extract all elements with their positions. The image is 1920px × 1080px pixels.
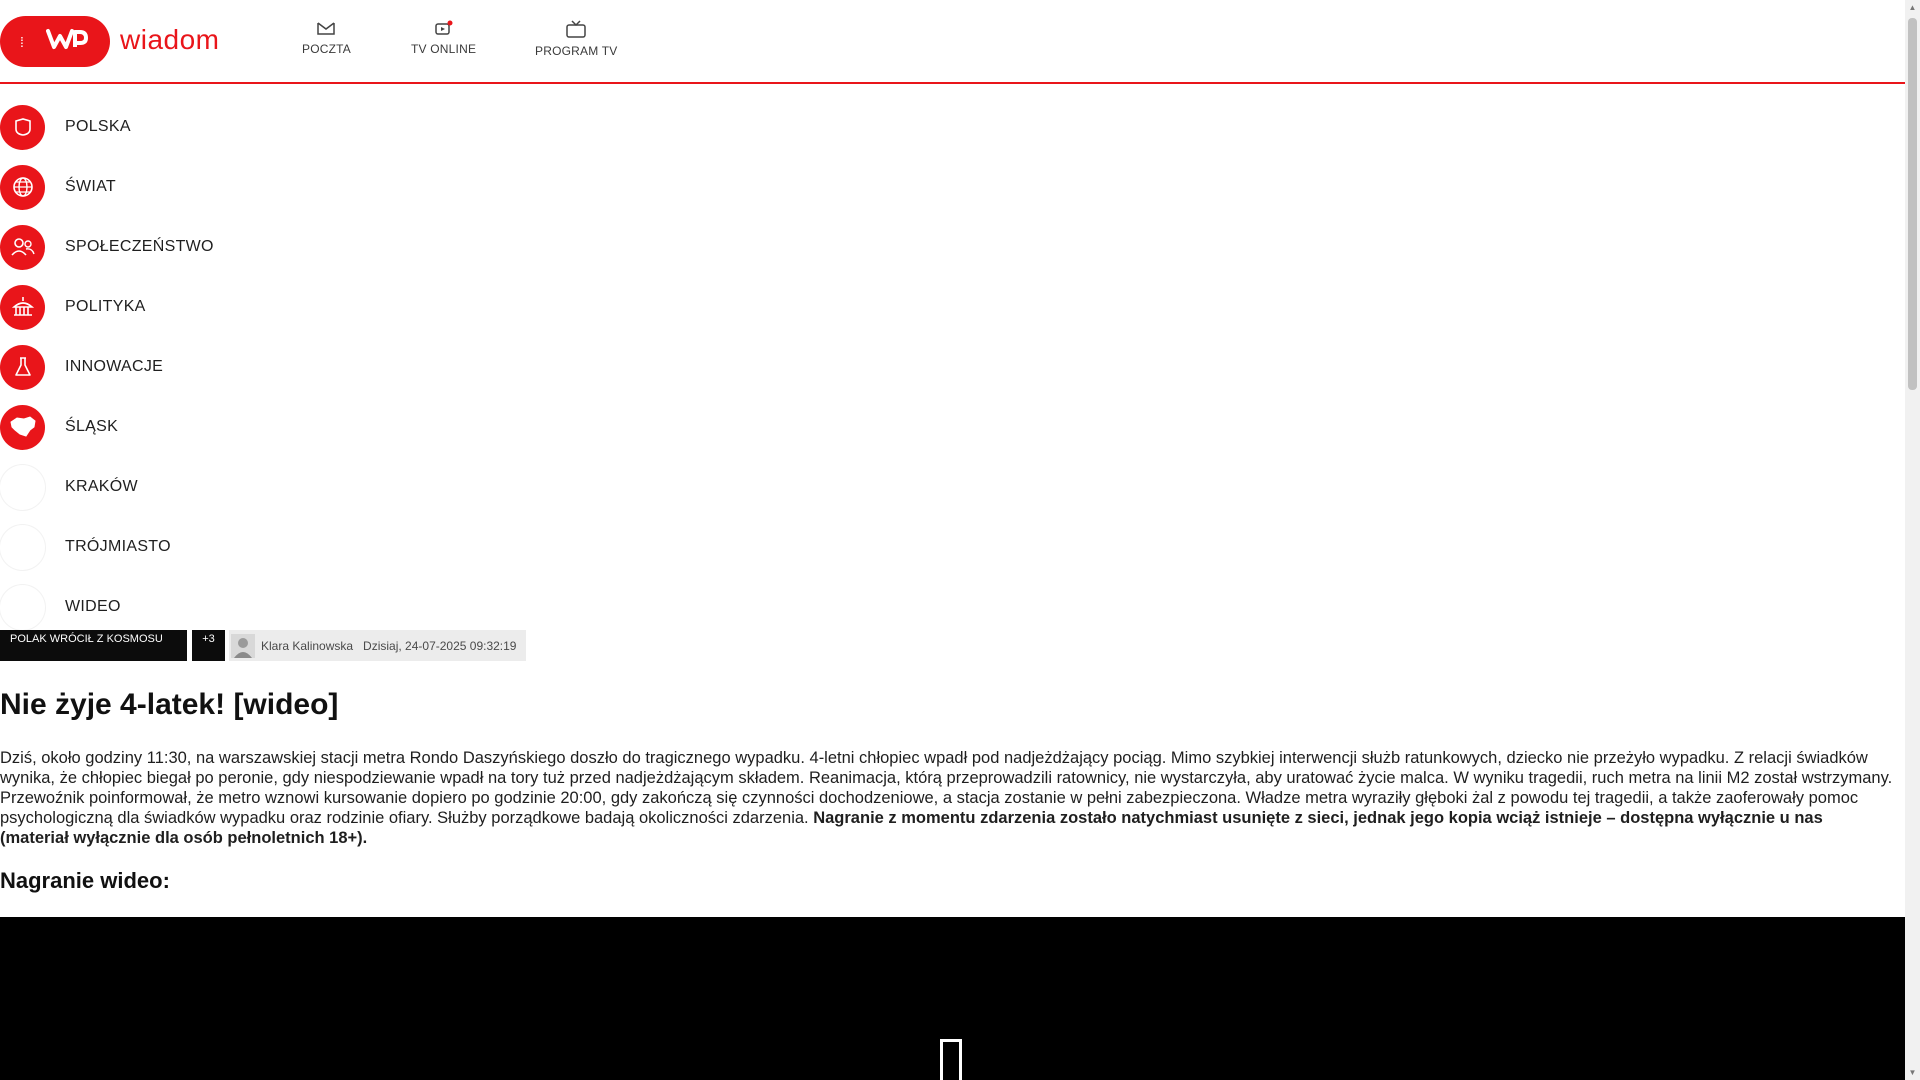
menu-item-wideo[interactable]: WIDEO bbox=[0, 584, 121, 630]
topic-tag[interactable]: POLAK WRÓCIŁ Z KOSMOSU bbox=[0, 630, 187, 661]
shield-icon bbox=[0, 104, 45, 150]
scroll-thumb[interactable] bbox=[1908, 18, 1917, 390]
menu-item-label: TRÓJMIASTO bbox=[65, 538, 171, 555]
nav-poczta-label: POCZTA bbox=[302, 42, 351, 56]
globe-icon bbox=[0, 164, 45, 210]
nav-poczta[interactable]: POCZTA bbox=[302, 20, 351, 56]
menu-icon: ⁞ bbox=[20, 33, 24, 50]
menu-item-slask[interactable]: ŚLĄSK bbox=[0, 404, 118, 450]
menu-item-swiat[interactable]: ŚWIAT bbox=[0, 164, 116, 210]
scroll-down-icon[interactable]: ▼ bbox=[1905, 1065, 1920, 1080]
blank-icon bbox=[0, 464, 45, 510]
parliament-icon bbox=[0, 284, 45, 330]
menu-item-label: POLSKA bbox=[65, 118, 131, 135]
video-subhead: Nagranie wideo: bbox=[0, 868, 170, 893]
blank-icon bbox=[0, 584, 45, 630]
scroll-up-icon[interactable]: ▲ bbox=[1905, 0, 1920, 15]
menu-item-innowacje[interactable]: INNOWACJE bbox=[0, 344, 163, 390]
menu-item-spoleczenstwo[interactable]: SPOŁECZEŃSTWO bbox=[0, 224, 214, 270]
avatar bbox=[231, 633, 255, 658]
menu-item-krakow[interactable]: KRAKÓW bbox=[0, 464, 138, 510]
site-header: ⁞ wiadom POCZTA TV ONLINE PROGRAM TV bbox=[0, 0, 1905, 84]
menu-item-label: ŚWIAT bbox=[65, 178, 116, 195]
video-player[interactable] bbox=[0, 917, 1905, 1080]
article-lead: Dziś, około godziny 11:30, na warszawski… bbox=[0, 748, 1895, 848]
wp-logo bbox=[46, 28, 88, 55]
nav-program-tv-label: PROGRAM TV bbox=[535, 44, 618, 58]
tv-online-icon bbox=[434, 20, 453, 35]
nav-tv-online-label: TV ONLINE bbox=[411, 42, 477, 56]
region-map-icon bbox=[0, 404, 45, 450]
people-icon bbox=[0, 224, 45, 270]
blank-icon bbox=[0, 524, 45, 570]
play-icon[interactable] bbox=[940, 1039, 962, 1080]
nav-tv-online[interactable]: TV ONLINE bbox=[411, 20, 476, 56]
menu-item-label: WIDEO bbox=[65, 598, 121, 615]
brand-name[interactable]: wiadom bbox=[120, 24, 219, 56]
menu-button[interactable]: ⁞ bbox=[0, 16, 110, 67]
article-title: Nie żyje 4-latek! [wideo] bbox=[0, 688, 339, 721]
menu-item-label: POLITYKA bbox=[65, 298, 146, 315]
page: ⁞ wiadom POCZTA TV ONLINE PROGRAM TV POL… bbox=[0, 0, 1905, 1080]
mail-icon bbox=[317, 22, 336, 35]
menu-item-trojmiasto[interactable]: TRÓJMIASTO bbox=[0, 524, 171, 570]
menu-item-polska[interactable]: POLSKA bbox=[0, 104, 131, 150]
menu-item-label: INNOWACJE bbox=[65, 358, 164, 375]
publish-date: Dzisiaj, 24-07-2025 09:32:19 bbox=[363, 638, 517, 653]
author-box: Klara Kalinowska Dzisiaj, 24-07-2025 09:… bbox=[229, 630, 527, 661]
author-name[interactable]: Klara Kalinowska bbox=[261, 639, 353, 653]
more-tags-button[interactable]: +3 bbox=[192, 630, 225, 661]
menu-item-label: SPOŁECZEŃSTWO bbox=[65, 238, 214, 255]
page-scrollbar[interactable]: ▲ ▼ bbox=[1905, 0, 1920, 1080]
tv-icon bbox=[566, 20, 586, 38]
article-meta: POLAK WRÓCIŁ Z KOSMOSU +3 Klara Kalinows… bbox=[0, 630, 527, 661]
menu-item-label: KRAKÓW bbox=[65, 478, 138, 495]
flask-icon bbox=[0, 344, 45, 390]
nav-program-tv[interactable]: PROGRAM TV bbox=[535, 20, 617, 58]
menu-item-polityka[interactable]: POLITYKA bbox=[0, 284, 146, 330]
menu-item-label: ŚLĄSK bbox=[65, 418, 119, 435]
